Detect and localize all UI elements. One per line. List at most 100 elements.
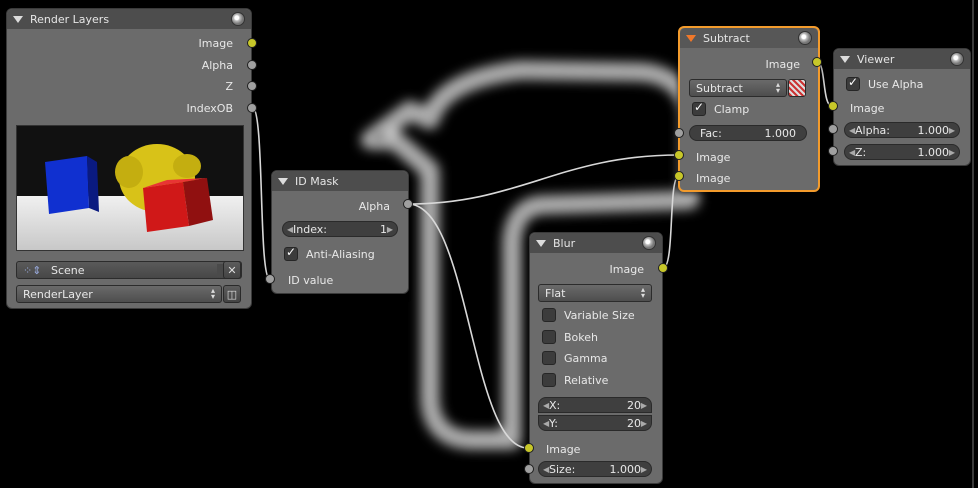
index-label: Index: xyxy=(293,222,327,236)
link-alpha-to-blur-image xyxy=(407,203,529,449)
socket-subtract-image2[interactable] xyxy=(674,171,684,181)
collapse-arrow-icon[interactable] xyxy=(278,177,288,185)
socket-render-indexob[interactable] xyxy=(247,103,257,113)
scene-selector[interactable]: ⁘⇕ Scene 2 xyxy=(16,261,242,279)
alpha-value: 1.000 xyxy=(917,123,950,137)
preview-toggle-icon[interactable] xyxy=(231,12,245,26)
socket-blur-output[interactable] xyxy=(658,263,668,273)
size-label: Size: xyxy=(549,462,576,476)
render-preview-image xyxy=(16,125,244,251)
blur-x-value: 20 xyxy=(627,398,641,412)
scene-name: Scene xyxy=(51,263,85,277)
socket-blur-size[interactable] xyxy=(524,464,534,474)
socket-subtract-output[interactable] xyxy=(812,57,822,67)
checkbox-box[interactable] xyxy=(542,373,556,387)
blur-y-label: Y: xyxy=(549,416,558,430)
socket-viewer-alpha[interactable] xyxy=(828,124,838,134)
alpha-label: Alpha: xyxy=(855,123,890,137)
blur-x-field[interactable]: ◀ X: 20 ▶ xyxy=(538,397,652,413)
checkbox-box[interactable] xyxy=(846,75,860,91)
subtract-header[interactable]: Subtract xyxy=(680,28,818,48)
render-layers-node[interactable]: Render Layers Image Alpha Z IndexOB ⁘⇕ S… xyxy=(6,8,252,309)
node-title: Viewer xyxy=(857,52,895,66)
blur-header[interactable]: Blur xyxy=(530,233,662,253)
socket-idmask-alpha[interactable] xyxy=(403,199,413,209)
socket-idmask-idvalue[interactable] xyxy=(265,274,275,284)
use-alpha-icon-button[interactable] xyxy=(788,79,806,97)
subtract-node[interactable]: Subtract Image Subtract ▴▾ Clamp Fac: 1.… xyxy=(678,26,820,192)
checkbox-box[interactable] xyxy=(692,100,706,116)
use-alpha-label: Use Alpha xyxy=(868,77,924,91)
unlink-scene-button[interactable]: ✕ xyxy=(223,261,241,279)
scene-icon: ⁘⇕ xyxy=(23,263,42,277)
socket-subtract-image1[interactable] xyxy=(674,150,684,160)
size-field[interactable]: ◀ Size: 1.000 ▶ xyxy=(538,461,652,477)
socket-render-alpha[interactable] xyxy=(247,60,257,70)
index-field[interactable]: ◀ Index: 1 ▶ xyxy=(282,221,398,237)
alpha-field[interactable]: ◀ Alpha: 1.000 ▶ xyxy=(844,122,960,138)
antialiasing-checkbox[interactable]: Anti-Aliasing xyxy=(284,245,375,263)
output-image-label: Image xyxy=(765,57,800,71)
render-layers-header[interactable]: Render Layers xyxy=(7,9,251,29)
input-idvalue-label: ID value xyxy=(288,273,334,287)
checkbox-box[interactable] xyxy=(542,351,556,365)
filter-type-value: Flat xyxy=(545,286,566,300)
variable-size-label: Variable Size xyxy=(564,308,635,322)
blur-y-value: 20 xyxy=(627,416,641,430)
output-z-label: Z xyxy=(225,79,233,93)
socket-render-image[interactable] xyxy=(247,38,257,48)
renderlayer-dropdown[interactable]: RenderLayer ▴ ▾ xyxy=(16,285,222,303)
size-value: 1.000 xyxy=(609,462,642,476)
link-indexob-to-idvalue xyxy=(251,106,271,280)
output-alpha-label: Alpha xyxy=(358,199,390,213)
renderlayer-value: RenderLayer xyxy=(23,287,93,301)
input-image2-label: Image xyxy=(696,171,731,185)
blur-x-label: X: xyxy=(549,398,561,412)
id-mask-node[interactable]: ID Mask Alpha ◀ Index: 1 ▶ Anti-Aliasing… xyxy=(271,170,409,294)
output-indexob-label: IndexOB xyxy=(186,101,234,115)
filter-type-dropdown[interactable]: Flat ▴ ▾ xyxy=(538,284,652,302)
relative-checkbox[interactable]: Relative xyxy=(542,371,608,389)
socket-viewer-z[interactable] xyxy=(828,146,838,156)
viewer-header[interactable]: Viewer xyxy=(834,49,970,69)
blend-mode-dropdown[interactable]: Subtract ▴ ▾ xyxy=(689,79,787,97)
link-alpha-to-subtract-image xyxy=(407,154,680,205)
fac-field[interactable]: Fac: 1.000 xyxy=(689,125,807,141)
preview-toggle-icon[interactable] xyxy=(642,236,656,250)
preview-toggle-icon[interactable] xyxy=(950,52,964,66)
id-mask-header[interactable]: ID Mask xyxy=(272,171,408,191)
input-image-label: Image xyxy=(546,442,581,456)
collapse-arrow-icon[interactable] xyxy=(536,239,546,247)
viewer-node[interactable]: Viewer Use Alpha Image ◀ Alpha: 1.000 ▶ … xyxy=(833,48,971,166)
collapse-arrow-icon[interactable] xyxy=(13,15,23,23)
use-alpha-checkbox[interactable]: Use Alpha xyxy=(846,75,923,93)
clamp-label: Clamp xyxy=(714,102,750,116)
output-image-label: Image xyxy=(609,262,644,276)
blur-y-field[interactable]: ◀ Y: 20 ▶ xyxy=(538,415,652,431)
socket-subtract-fac[interactable] xyxy=(674,128,684,138)
node-title: Subtract xyxy=(703,31,750,45)
gamma-checkbox[interactable]: Gamma xyxy=(542,349,607,367)
collapse-arrow-icon[interactable] xyxy=(840,55,850,63)
updown-arrows-icon: ▴ ▾ xyxy=(210,286,215,301)
render-button[interactable]: ◫ xyxy=(223,285,241,303)
checkbox-box[interactable] xyxy=(542,308,556,322)
node-title: Render Layers xyxy=(30,12,110,26)
gamma-label: Gamma xyxy=(564,351,608,365)
z-value: 1.000 xyxy=(917,145,950,159)
z-label: Z: xyxy=(855,145,867,159)
blur-node[interactable]: Blur Image Flat ▴ ▾ Variable Size Bokeh G… xyxy=(529,232,663,484)
collapse-arrow-icon[interactable] xyxy=(686,34,696,42)
checkbox-box[interactable] xyxy=(542,330,556,344)
socket-blur-image[interactable] xyxy=(524,443,534,453)
z-field[interactable]: ◀ Z: 1.000 ▶ xyxy=(844,144,960,160)
socket-render-z[interactable] xyxy=(247,81,257,91)
socket-viewer-image[interactable] xyxy=(828,101,838,111)
variable-size-checkbox[interactable]: Variable Size xyxy=(542,306,635,324)
clamp-checkbox[interactable]: Clamp xyxy=(692,100,749,118)
editor-scrollbar[interactable] xyxy=(972,0,974,488)
checkbox-box[interactable] xyxy=(284,245,298,261)
fac-label: Fac: xyxy=(700,126,722,140)
preview-toggle-icon[interactable] xyxy=(798,31,812,45)
bokeh-checkbox[interactable]: Bokeh xyxy=(542,328,598,346)
